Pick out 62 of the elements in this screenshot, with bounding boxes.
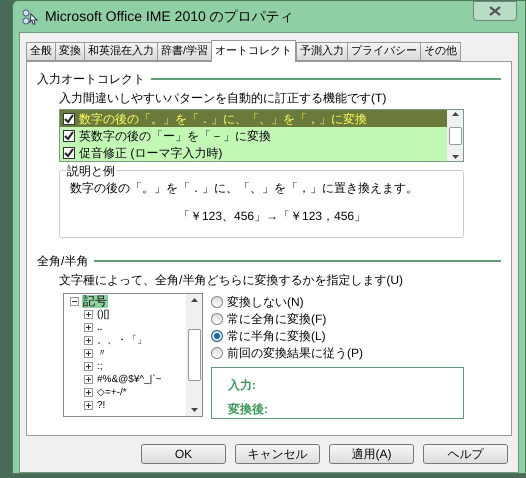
checkbox[interactable]	[63, 130, 75, 142]
option-label[interactable]: 常に全角に変換(F)	[227, 310, 326, 328]
tree-item[interactable]: ‥	[96, 321, 103, 334]
preview-label: 入力:	[228, 377, 257, 394]
arrow-up-icon[interactable]	[190, 298, 198, 302]
expand-icon[interactable]	[84, 323, 93, 332]
preview-label: 変換後:	[228, 401, 269, 418]
tree-item[interactable]: #%&@$¥^_|`~	[96, 373, 162, 386]
expand-icon[interactable]	[84, 349, 93, 358]
option-label[interactable]: 常に半角に変換(L)	[227, 326, 326, 344]
description-text: 文字種によって、全角/半角どちらに変換するかを指定します(U)	[58, 272, 404, 289]
expand-icon[interactable]	[84, 310, 93, 319]
tab[interactable]: 変換	[55, 42, 85, 61]
tree-item[interactable]: :;	[96, 360, 104, 373]
scrollbar[interactable]	[186, 294, 202, 416]
arrow-down-icon[interactable]	[452, 155, 458, 159]
tree-item[interactable]: 〃	[96, 347, 108, 360]
checkbox[interactable]	[63, 146, 75, 158]
dialog-button[interactable]: 適用(A)	[329, 444, 414, 464]
dialog-button[interactable]: ヘルプ	[423, 444, 508, 464]
radio-button[interactable]	[211, 296, 223, 308]
tree-item[interactable]: ()[]	[96, 308, 110, 321]
option-label[interactable]: 変換しない(N)	[227, 292, 304, 310]
list-item[interactable]: 促音修正 (ローマ字入力時)	[60, 144, 447, 161]
option-label[interactable]: 前回の変換結果に従う(P)	[227, 344, 363, 362]
expand-icon[interactable]	[84, 388, 93, 397]
collapse-icon[interactable]	[70, 297, 79, 306]
close-icon	[489, 6, 501, 16]
expand-icon[interactable]	[84, 362, 93, 371]
tab[interactable]: 予測入力	[296, 42, 348, 61]
arrow-down-icon[interactable]	[190, 408, 198, 412]
expand-icon[interactable]	[84, 375, 93, 384]
tab[interactable]: オートコレクト	[211, 40, 296, 62]
example-text: 「￥123、456」→「￥123，456」	[177, 208, 368, 225]
tree-item[interactable]: ?!	[96, 399, 106, 412]
radio-button[interactable]	[211, 346, 223, 358]
list-item[interactable]: 数字の後の「。」を「．」に、「、」を「，」に変換	[60, 110, 447, 127]
explanation-text: 数字の後の「。」を「．」に、「、」を「，」に置き換えます。	[70, 180, 419, 197]
tree-item[interactable]: 記号	[82, 295, 108, 308]
section-heading: 入力オートコレクト	[37, 71, 145, 88]
section-heading: 全角/半角	[37, 253, 88, 270]
close-button[interactable]	[473, 1, 517, 21]
dialog-button[interactable]: OK	[141, 444, 226, 464]
radio-button[interactable]	[211, 312, 223, 324]
tab[interactable]: その他	[420, 42, 462, 61]
window-title: Microsoft Office IME 2010 のプロパティ	[45, 7, 294, 26]
group-label: 説明と例	[66, 162, 116, 180]
radio-button[interactable]	[211, 330, 223, 342]
description-text: 入力間違いしやすいパターンを自動的に訂正する機能です(T)	[58, 90, 388, 107]
arrow-up-icon[interactable]	[452, 112, 458, 116]
expand-icon[interactable]	[84, 336, 93, 345]
tree-item[interactable]: 。、・「」	[96, 334, 148, 347]
tab[interactable]: 辞書/学習	[157, 42, 212, 61]
expand-icon[interactable]	[84, 401, 93, 410]
tree-item[interactable]: ◇=+-/*	[96, 386, 128, 399]
tab[interactable]: プライバシー	[347, 42, 422, 61]
tab[interactable]: 全般	[26, 42, 56, 61]
scrollbar[interactable]	[447, 110, 463, 161]
list-item[interactable]: 英数字の後の「ー」を「－」に変換	[60, 127, 447, 144]
dialog-button[interactable]: キャンセル	[235, 444, 320, 464]
tab[interactable]: 和英混在入力	[84, 42, 158, 61]
checkbox[interactable]	[63, 112, 75, 124]
